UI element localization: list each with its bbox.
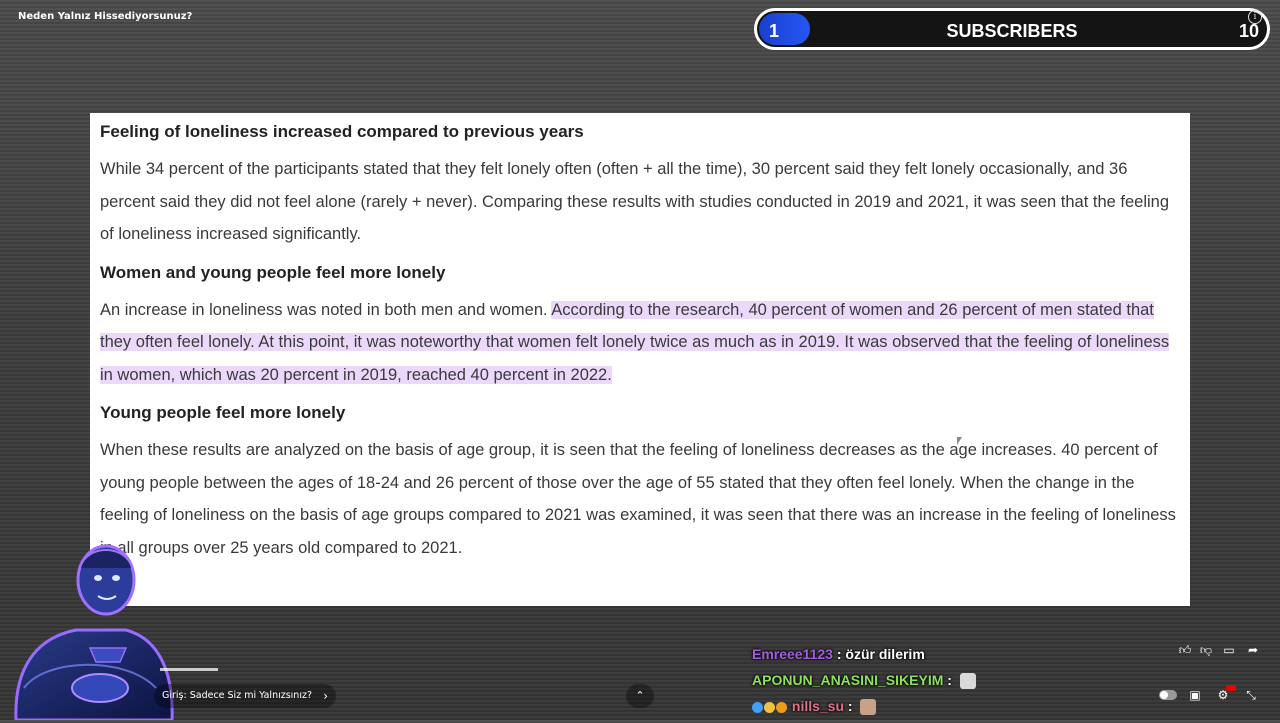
chat-username: Emreee1123	[752, 646, 833, 662]
chat-username: APONUN_ANASINI_SIKEYIM	[752, 672, 944, 688]
dislike-icon[interactable]: 👎︎	[1198, 642, 1214, 658]
chevron-right-icon: ›	[323, 689, 329, 703]
section-paragraph: While 34 percent of the participants sta…	[100, 160, 1170, 243]
chapter-progress-bar[interactable]	[160, 668, 218, 671]
subscriber-goal-bar: 1 SUBSCRIBERS 10	[754, 8, 1270, 50]
like-icon[interactable]: 👍︎	[1177, 642, 1193, 658]
chapter-progress-fill	[160, 668, 218, 671]
fullscreen-exit-icon[interactable]: ⤡	[1243, 687, 1259, 703]
share-icon[interactable]: ➦	[1245, 642, 1261, 658]
expand-up-button[interactable]: ⌃	[626, 684, 654, 708]
section-heading: Young people feel more lonely	[100, 403, 346, 422]
chat-message: APONUN_ANASINI_SIKEYIM :	[752, 671, 1072, 697]
comment-icon[interactable]: ▭	[1221, 642, 1237, 658]
face-emote-icon	[860, 699, 877, 716]
chat-message: Emreee1123 : özür dilerim	[752, 645, 1072, 671]
chevron-up-icon: ⌃	[635, 689, 645, 702]
subscriber-goal-count: 10	[1238, 21, 1259, 41]
section-paragraph: When these results are analyzed on the b…	[100, 441, 1176, 557]
section-heading: Women and young people feel more lonely	[100, 262, 446, 282]
chat-overlay: Emreee1123 : özür dilerim APONUN_ANASINI…	[752, 645, 1072, 723]
chat-separator: :	[832, 646, 846, 662]
chat-separator: :	[943, 672, 956, 688]
badge-icon	[776, 701, 787, 713]
chapter-label: Giriş: Sadece Siz mi Yalnızsınız?	[162, 690, 313, 701]
video-title[interactable]: Neden Yalnız Hissediyorsunuz?	[18, 11, 192, 22]
autoplay-toggle[interactable]	[1159, 690, 1177, 700]
info-icon[interactable]: i	[1248, 10, 1262, 24]
chat-text: özür dilerim	[845, 646, 925, 662]
chat-separator: :	[844, 698, 857, 714]
streamer-avatar	[14, 544, 174, 720]
subtitles-icon[interactable]: ▣	[1187, 687, 1203, 703]
badge-icon	[764, 701, 775, 713]
mouse-cursor	[957, 437, 962, 445]
hd-badge	[1226, 685, 1236, 691]
chat-message: nills_su :	[752, 697, 1072, 723]
paragraph-text: An increase in loneliness was noted in b…	[100, 300, 552, 319]
chat-username: nills_su	[791, 698, 845, 714]
subscriber-label: SUBSCRIBERS	[946, 21, 1078, 41]
section-paragraph: An increase in loneliness was noted in b…	[100, 294, 1180, 392]
chapter-button[interactable]: Giriş: Sadece Siz mi Yalnızsınız? ›	[154, 684, 337, 708]
face-emote-icon	[959, 673, 976, 690]
section-heading: Feeling of loneliness increased compared…	[100, 122, 584, 141]
article-panel: Feeling of loneliness increased compared…	[90, 113, 1190, 606]
badge-icon	[752, 701, 763, 713]
